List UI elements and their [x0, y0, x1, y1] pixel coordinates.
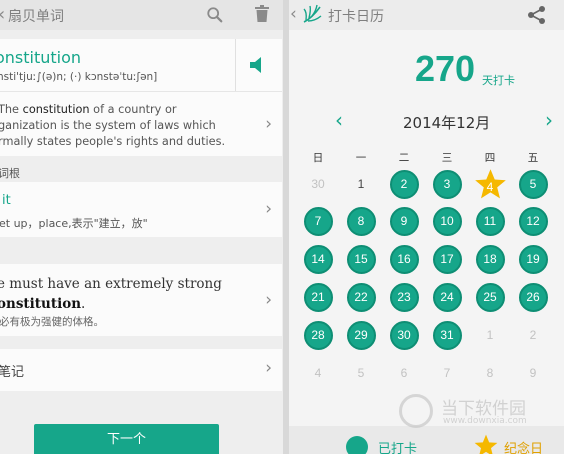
notes-label: 笔记: [0, 365, 25, 380]
root-card[interactable]: it et up，place,表示"建立，放" ›: [0, 182, 282, 237]
calendar-day-outside: 30: [311, 176, 325, 191]
weekday-label: 一: [355, 152, 367, 164]
calendar-day[interactable]: 8: [346, 206, 376, 236]
calendar-day[interactable]: 31: [432, 320, 462, 350]
prev-month-button[interactable]: ‹: [335, 108, 343, 132]
watermark-url: www.downxia.com: [443, 416, 527, 426]
calendar-day[interactable]: 10: [432, 206, 462, 236]
chevron-right-icon: ›: [265, 199, 272, 219]
calendar-day[interactable]: 4: [474, 168, 506, 199]
word-phonetic: nsti'tjuː∫(ə)n; (·) kɔnstəˈtuːʃən]: [0, 71, 158, 83]
weekday-label: 五: [527, 152, 539, 164]
weekday-label: 二: [398, 152, 410, 164]
chevron-right-icon: ›: [265, 358, 272, 378]
calendar-day[interactable]: 26: [518, 282, 548, 312]
root-meaning: et up，place,表示"建立，放": [0, 217, 148, 230]
calendar-day[interactable]: 22: [346, 282, 376, 312]
chevron-right-icon: ›: [265, 114, 272, 134]
word-panel: ‹ 扇贝单词 onstitution nsti'tjuː∫(ə)n; (·) k…: [0, 0, 283, 454]
calendar-day-number: 4: [486, 179, 494, 194]
example-sentence: e must have an extremely strong onstitut…: [0, 274, 237, 314]
example-suffix: .: [81, 296, 86, 312]
next-button[interactable]: 下一个: [34, 424, 219, 454]
word-card: onstitution nsti'tjuː∫(ə)n; (·) kɔnstəˈt…: [0, 39, 282, 91]
example-prefix: e must have an extremely strong: [0, 276, 222, 292]
root-section-label: 词根: [0, 167, 20, 180]
app-bar: ‹ 扇贝单词: [0, 0, 283, 30]
streak-count: 270: [415, 48, 476, 89]
root-word: it: [2, 193, 11, 208]
calendar-day[interactable]: 19: [518, 244, 548, 274]
definition-text: The constitution of a country or ganizat…: [0, 102, 238, 150]
chevron-left-icon[interactable]: ‹: [290, 4, 297, 24]
example-card[interactable]: e must have an extremely strong onstitut…: [0, 264, 282, 336]
calendar-day[interactable]: 29: [346, 320, 376, 350]
calendar-day-outside: 8: [486, 365, 494, 380]
example-keyword: onstitution: [0, 296, 82, 312]
legend-checked-in: 已打卡: [378, 442, 418, 454]
calendar-app-bar: ‹ 打卡日历: [289, 0, 564, 30]
app-title: 扇贝单词: [8, 9, 64, 25]
example-translation: 必有极为强健的体格。: [0, 316, 104, 328]
calendar-day-outside: 2: [529, 327, 537, 342]
calendar-day[interactable]: 23: [389, 282, 419, 312]
watermark: 当下软件园 www.downxia.com: [399, 394, 559, 430]
calendar-day-outside: 9: [529, 365, 537, 380]
calendar-day[interactable]: 30: [389, 320, 419, 350]
calendar-day[interactable]: 15: [346, 244, 376, 274]
pronounce-button[interactable]: [235, 39, 282, 91]
calendar-legend: 已打卡 纪念日: [289, 426, 564, 454]
legend-memorial: 纪念日: [504, 442, 544, 454]
watermark-logo-icon: [399, 394, 433, 428]
weekday-label: 四: [484, 152, 496, 164]
calendar-day[interactable]: 2: [389, 169, 419, 199]
streak-label: 天打卡: [482, 74, 515, 87]
calendar-day[interactable]: 12: [518, 206, 548, 236]
calendar-title: 打卡日历: [328, 9, 384, 25]
definition-prefix: The: [0, 103, 20, 116]
trash-icon[interactable]: [254, 5, 270, 23]
weekday-label: 日: [312, 152, 324, 164]
calendar-day[interactable]: 1: [347, 170, 376, 199]
calendar-day[interactable]: 7: [303, 206, 333, 236]
calendar-day-outside: 5: [357, 365, 365, 380]
calendar-day-outside: 4: [314, 365, 322, 380]
calendar-day[interactable]: 16: [389, 244, 419, 274]
calendar-day[interactable]: 25: [475, 282, 505, 312]
calendar-day[interactable]: 18: [475, 244, 505, 274]
calendar-day-outside: 7: [443, 365, 451, 380]
calendar-day[interactable]: 11: [475, 206, 505, 236]
calendar-day[interactable]: 28: [303, 320, 333, 350]
calendar-panel: ‹ 打卡日历 270 天打卡 ‹ 2014年12月 › 日一二三四五 30 1 2 3…: [289, 0, 564, 454]
definition-card[interactable]: The constitution of a country or ganizat…: [0, 91, 282, 156]
logo-icon: [303, 4, 322, 23]
speaker-icon: [250, 57, 261, 73]
weekday-label: 三: [441, 152, 453, 164]
next-month-button[interactable]: ›: [545, 108, 553, 132]
chevron-right-icon: ›: [265, 290, 272, 310]
calendar-day[interactable]: 21: [303, 282, 333, 312]
calendar-day[interactable]: 24: [432, 282, 462, 312]
calendar-day[interactable]: 17: [432, 244, 462, 274]
definition-keyword: constitution: [22, 103, 90, 116]
checked-in-dot-icon: [346, 436, 368, 454]
calendar-day-outside: 1: [486, 327, 494, 342]
share-icon[interactable]: [527, 5, 547, 25]
month-label: 2014年12月: [403, 114, 491, 132]
calendar-day-outside: 6: [400, 365, 408, 380]
calendar-day[interactable]: 9: [389, 206, 419, 236]
search-icon[interactable]: [206, 6, 224, 24]
notes-card[interactable]: 笔记 ›: [0, 349, 282, 391]
chevron-left-icon[interactable]: ‹: [0, 4, 5, 25]
calendar-day[interactable]: 5: [518, 169, 548, 199]
calendar-day[interactable]: 14: [303, 244, 333, 274]
word-headword: onstitution: [0, 48, 82, 67]
calendar-day[interactable]: 3: [432, 169, 462, 199]
star-icon: [474, 434, 498, 454]
